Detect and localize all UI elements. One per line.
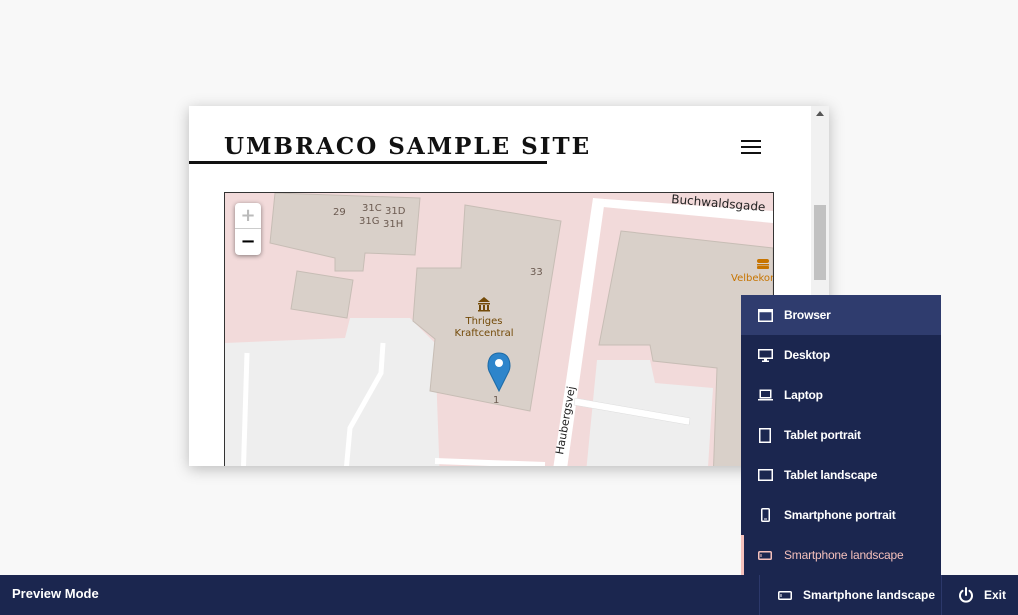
logo-underline: [189, 161, 547, 164]
preview-mode-title: Preview Mode: [12, 586, 99, 601]
current-device-label: Smartphone landscape: [803, 588, 936, 602]
hamburger-menu-icon[interactable]: [741, 140, 761, 154]
tablet-landscape-icon: [757, 468, 773, 482]
poi-label: Velbekon: [731, 273, 773, 284]
device-option-desktop[interactable]: Desktop: [741, 335, 941, 375]
power-icon: [958, 587, 974, 603]
device-option-label: Tablet portrait: [784, 428, 861, 442]
house-number: 31H: [383, 219, 403, 230]
street-label-haubergsvej: Haubergsvej: [553, 385, 578, 455]
preview-frame: UMBRACO SAMPLE SITE 29 31C 31D 31G 31H 3…: [189, 106, 829, 466]
building-31: [269, 193, 421, 272]
path-south: [434, 458, 546, 466]
zoom-in-button[interactable]: +: [235, 203, 261, 229]
smartphone-landscape-icon: [757, 548, 773, 562]
device-option-label: Laptop: [784, 388, 823, 402]
device-option-label: Smartphone portrait: [784, 508, 896, 522]
exit-button[interactable]: Exit: [941, 575, 1018, 615]
device-option-smartphone-portrait[interactable]: Smartphone portrait: [741, 495, 941, 535]
device-option-label: Browser: [784, 308, 831, 322]
map[interactable]: 29 31C 31D 31G 31H 33 1 Buchwaldsgade Ha…: [224, 192, 774, 466]
device-option-browser[interactable]: Browser: [741, 295, 941, 335]
device-option-tablet-portrait[interactable]: Tablet portrait: [741, 415, 941, 455]
scroll-up-arrow-icon[interactable]: [816, 111, 824, 116]
burger-icon: [757, 259, 769, 269]
house-number: 31G: [359, 216, 379, 227]
desktop-icon: [757, 348, 773, 362]
smartphone-portrait-icon: [757, 508, 773, 522]
device-option-tablet-landscape[interactable]: Tablet landscape: [741, 455, 941, 495]
device-option-label: Desktop: [784, 348, 830, 362]
preview-bottom-bar: Preview Mode Smartphone landscape Exit: [0, 575, 1018, 615]
house-number: 33: [530, 267, 543, 278]
laptop-icon: [757, 388, 773, 402]
scroll-thumb[interactable]: [814, 205, 826, 280]
device-option-label: Smartphone landscape: [784, 548, 904, 562]
exit-label: Exit: [984, 588, 1007, 602]
device-option-label: Tablet landscape: [784, 468, 878, 482]
poi-label: Thriges: [464, 316, 502, 327]
parking-area: [225, 318, 440, 466]
device-option-smartphone-landscape[interactable]: Smartphone landscape: [741, 535, 941, 575]
smartphone-landscape-icon: [778, 590, 792, 600]
site-header: UMBRACO SAMPLE SITE: [189, 106, 811, 186]
tablet-portrait-icon: [757, 427, 773, 443]
house-number: 31D: [385, 206, 406, 217]
site-logo[interactable]: UMBRACO SAMPLE SITE: [224, 133, 591, 160]
map-tiles: 29 31C 31D 31G 31H 33 1 Buchwaldsgade Ha…: [225, 193, 773, 466]
zoom-out-button[interactable]: −: [235, 229, 261, 255]
device-option-laptop[interactable]: Laptop: [741, 375, 941, 415]
house-number: 31C: [362, 203, 382, 214]
browser-icon: [757, 308, 773, 322]
house-number: 29: [333, 207, 346, 218]
device-menu: Browser Desktop Laptop Tablet portrait T…: [741, 295, 941, 575]
poi-label: Kraftcentral: [455, 328, 514, 339]
device-selector-button[interactable]: Smartphone landscape: [759, 575, 942, 615]
building-small: [290, 270, 354, 319]
house-number: 1: [493, 395, 499, 406]
zoom-control: + −: [235, 203, 261, 255]
